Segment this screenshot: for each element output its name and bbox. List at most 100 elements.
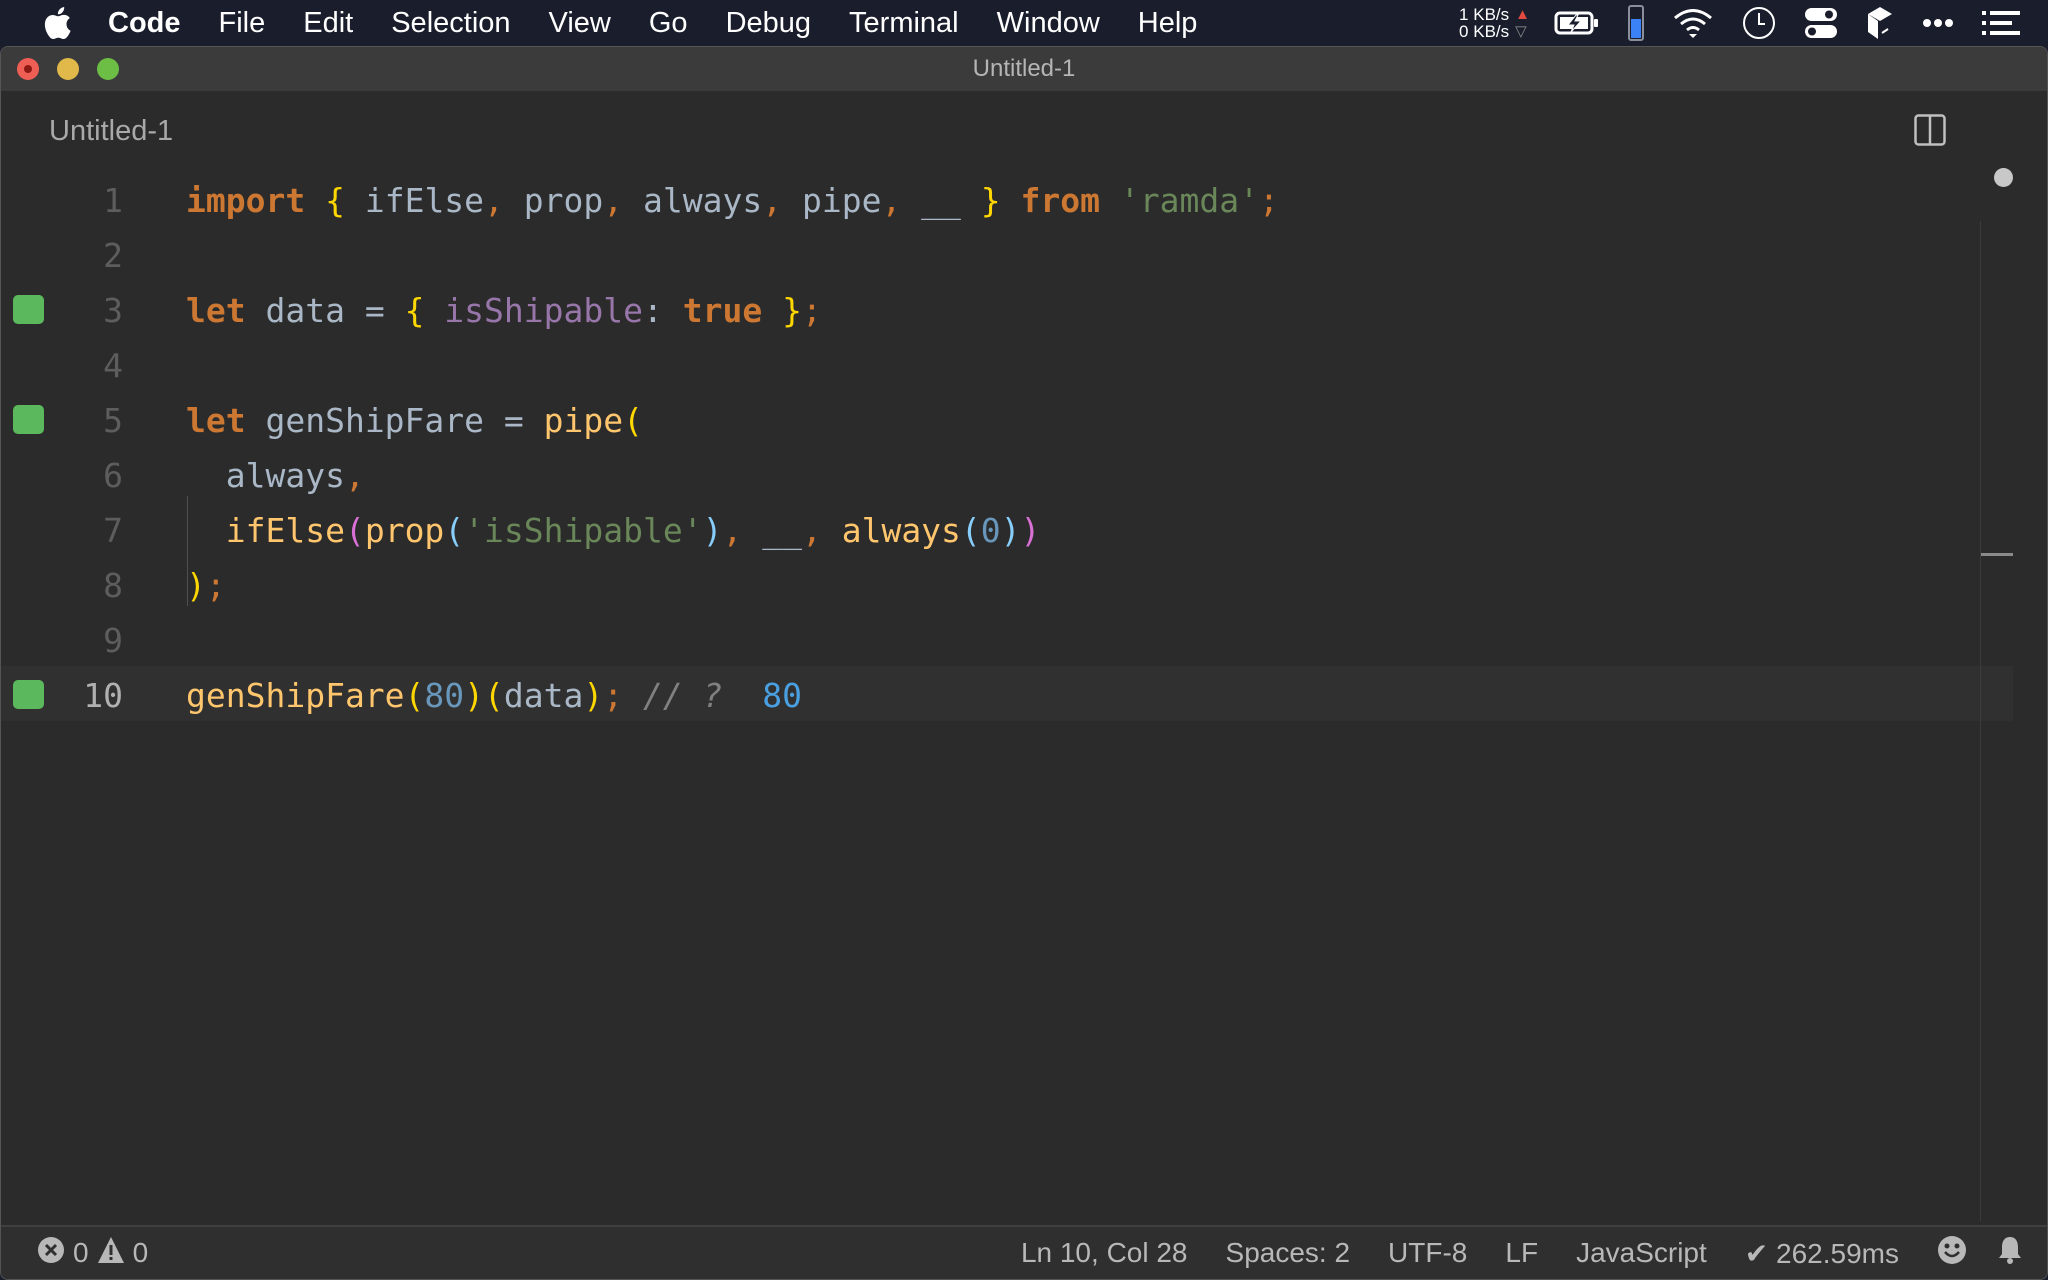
menu-window[interactable]: Window bbox=[997, 7, 1100, 40]
download-arrow-icon: ▽ bbox=[1515, 23, 1527, 40]
code-line[interactable]: 3 let data = { isShipable: true }; bbox=[1, 281, 2013, 336]
net-upload-speed: 1 KB/s bbox=[1459, 5, 1510, 24]
apple-menu-icon[interactable] bbox=[40, 6, 74, 40]
control-center-icon[interactable] bbox=[1804, 6, 1838, 40]
identifier-token: genShipFare = bbox=[245, 401, 544, 440]
network-speed[interactable]: 1 KB/s 0 KB/s bbox=[1459, 6, 1509, 40]
feedback-smiley-icon[interactable] bbox=[1937, 1235, 1967, 1272]
code-line[interactable]: 4 bbox=[1, 336, 2013, 391]
identifier-token: always bbox=[186, 456, 345, 495]
file-encoding[interactable]: UTF-8 bbox=[1388, 1237, 1467, 1269]
warning-icon bbox=[97, 1236, 125, 1271]
menu-debug[interactable]: Debug bbox=[726, 7, 811, 40]
menu-view[interactable]: View bbox=[549, 7, 611, 40]
close-window-button[interactable] bbox=[17, 58, 39, 80]
problems-indicator[interactable]: 0 0 bbox=[37, 1236, 148, 1271]
code-text: let data = { isShipable: true }; bbox=[186, 291, 822, 330]
menu-app-name[interactable]: Code bbox=[108, 7, 181, 40]
code-line[interactable]: 2 bbox=[1, 226, 2013, 281]
punct-token: ; bbox=[603, 676, 624, 715]
number-token: 80 bbox=[424, 676, 465, 715]
menu-file[interactable]: File bbox=[219, 7, 266, 40]
punct-token: , bbox=[603, 181, 624, 220]
indent-guide bbox=[187, 496, 188, 606]
line-number: 3 bbox=[103, 291, 123, 330]
cursor-position[interactable]: Ln 10, Col 28 bbox=[1021, 1237, 1188, 1269]
code-text: genShipFare(80)(data); // ? 80 bbox=[186, 676, 802, 715]
brace-token: } bbox=[782, 291, 802, 330]
identifier-token: pipe bbox=[782, 181, 882, 220]
paren-token: ( bbox=[344, 511, 365, 550]
upload-arrow-icon: ▲ bbox=[1515, 6, 1530, 23]
status-bar: 0 0 Ln 10, Col 28 Spaces: 2 UTF-8 LF Jav… bbox=[1, 1225, 2047, 1279]
brace-token: { bbox=[325, 181, 345, 220]
quokka-timing[interactable]: ✔ 262.59ms bbox=[1745, 1237, 1899, 1270]
function-token: prop bbox=[364, 511, 445, 550]
function-token: ifElse bbox=[186, 511, 345, 550]
paren-token: ( bbox=[623, 401, 643, 440]
keyword-token: import bbox=[186, 181, 306, 220]
line-number: 9 bbox=[103, 621, 123, 660]
punct-token: , bbox=[762, 181, 783, 220]
error-icon bbox=[37, 1236, 65, 1271]
code-line[interactable]: 5 let genShipFare = pipe( bbox=[1, 391, 2013, 446]
string-token: 'ramda' bbox=[1119, 181, 1259, 220]
code-line[interactable]: 8 ); bbox=[1, 556, 2013, 611]
line-number: 6 bbox=[103, 456, 123, 495]
status-bar-right: Ln 10, Col 28 Spaces: 2 UTF-8 LF JavaScr… bbox=[983, 1235, 2023, 1272]
battery-charging-icon[interactable] bbox=[1554, 9, 1600, 37]
code-line-current[interactable]: 10 genShipFare(80)(data); // ? 80 bbox=[1, 666, 2013, 721]
menu-go[interactable]: Go bbox=[649, 7, 688, 40]
more-icon[interactable] bbox=[1922, 18, 1954, 28]
identifier-token: data bbox=[503, 676, 584, 715]
menu-selection[interactable]: Selection bbox=[391, 7, 510, 40]
indentation[interactable]: Spaces: 2 bbox=[1226, 1237, 1351, 1269]
split-editor-icon[interactable] bbox=[1914, 114, 1946, 151]
property-token: isShipable bbox=[424, 291, 643, 330]
number-token: 0 bbox=[980, 511, 1001, 550]
editor-tab-untitled[interactable]: Untitled-1 bbox=[49, 115, 173, 148]
comment-token: // ? bbox=[623, 676, 743, 715]
punct-token: , bbox=[722, 511, 743, 550]
end-of-line[interactable]: LF bbox=[1505, 1237, 1538, 1269]
close-icon bbox=[24, 65, 32, 73]
punct-token: , bbox=[344, 456, 365, 495]
identifier-token: __ bbox=[742, 511, 802, 550]
list-icon[interactable] bbox=[1982, 10, 2020, 36]
maximize-window-button[interactable] bbox=[97, 58, 119, 80]
brace-token: { bbox=[404, 291, 425, 330]
function-token: genShipFare bbox=[186, 676, 405, 715]
minimize-window-button[interactable] bbox=[57, 58, 79, 80]
macos-menu-bar: Code File Edit Selection View Go Debug T… bbox=[0, 0, 2048, 46]
keyword-token: true bbox=[682, 291, 763, 330]
cube-app-icon[interactable] bbox=[1866, 6, 1894, 40]
notifications-bell-icon[interactable] bbox=[1997, 1235, 2023, 1272]
menu-edit[interactable]: Edit bbox=[303, 7, 353, 40]
code-line[interactable]: 1 import { ifElse, prop, always, pipe, _… bbox=[1, 171, 2013, 226]
language-mode[interactable]: JavaScript bbox=[1576, 1237, 1707, 1269]
title-bar: Untitled-1 bbox=[1, 47, 2047, 91]
keyword-token: let bbox=[186, 401, 246, 440]
paren-token: ) bbox=[186, 566, 206, 605]
code-editor[interactable]: 1 import { ifElse, prop, always, pipe, _… bbox=[1, 171, 2013, 1221]
memory-gauge-icon[interactable] bbox=[1628, 5, 1644, 41]
punct-token: , bbox=[801, 511, 822, 550]
menu-terminal[interactable]: Terminal bbox=[849, 7, 959, 40]
keyword-token: from bbox=[1000, 181, 1120, 220]
code-line[interactable]: 9 bbox=[1, 611, 2013, 666]
clock-icon[interactable] bbox=[1742, 6, 1776, 40]
punct-token: ; bbox=[801, 291, 822, 330]
vertical-scrollbar[interactable] bbox=[1980, 221, 2013, 1221]
code-line[interactable]: 6 always, bbox=[1, 446, 2013, 501]
line-number: 10 bbox=[83, 676, 123, 715]
menu-help[interactable]: Help bbox=[1138, 7, 1198, 40]
function-token: pipe bbox=[543, 401, 624, 440]
punct-token: , bbox=[881, 181, 902, 220]
string-token: 'isShipable' bbox=[464, 511, 703, 550]
wifi-icon[interactable] bbox=[1672, 7, 1714, 39]
code-line[interactable]: 7 ifElse(prop('isShipable'), __, always(… bbox=[1, 501, 2013, 556]
code-text: let genShipFare = pipe( bbox=[186, 401, 643, 440]
paren-token: ( bbox=[960, 511, 981, 550]
scrollbar-position-marker[interactable] bbox=[1981, 553, 2013, 556]
paren-token: ( bbox=[484, 676, 504, 715]
